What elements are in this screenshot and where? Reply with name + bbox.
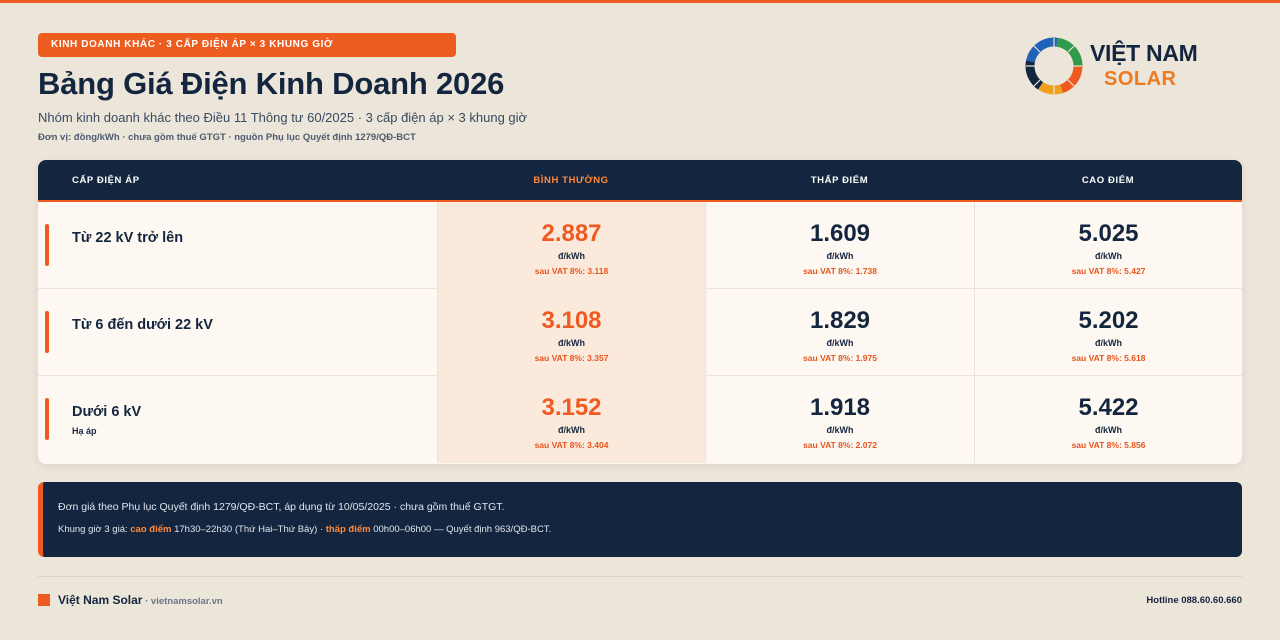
price-after-vat: sau VAT 8%: 3.404: [534, 440, 609, 450]
note-offpeak-time: 00h00–06h00 — Quyết định 963/QĐ-BCT.: [370, 524, 552, 535]
footer-brand-name: Việt Nam Solar: [58, 593, 143, 607]
price-cell-peak: 5.422 đ/kWh sau VAT 8%: 5.856: [974, 376, 1242, 463]
row-accent-bar: [45, 311, 49, 353]
price-after-vat: sau VAT 8%: 1.975: [803, 353, 877, 363]
price-unit: đ/kWh: [826, 338, 854, 348]
price-unit: đ/kWh: [558, 425, 585, 435]
brand-logo: VIỆT NAM SOLAR: [1022, 33, 1222, 97]
note-source: Đơn giá theo Phụ lục Quyết định 1279/QĐ-…: [58, 501, 505, 513]
note-offpeak-label: thấp điểm: [325, 524, 371, 535]
table-row: Từ 6 đến dưới 22 kV 3.108 đ/kWh sau VAT …: [38, 289, 1242, 376]
row-accent-bar: [45, 224, 49, 266]
price-unit: đ/kWh: [1095, 251, 1122, 261]
price-cell-normal: 3.108 đ/kWh sau VAT 8%: 3.357: [437, 289, 705, 376]
price-cell-off-peak: 1.609 đ/kWh sau VAT 8%: 1.738: [705, 202, 974, 289]
price-value: 3.108: [541, 307, 602, 334]
price-after-vat: sau VAT 8%: 5.427: [1071, 266, 1146, 276]
price-after-vat: sau VAT 8%: 2.072: [803, 440, 877, 450]
price-cell-normal: 3.152 đ/kWh sau VAT 8%: 3.404: [437, 376, 705, 463]
note-peak-label: cao điểm: [130, 524, 172, 535]
row-label: Từ 22 kV trở lên: [72, 230, 184, 246]
price-value: 1.609: [809, 220, 871, 247]
table-row: Từ 22 kV trở lên 2.887 đ/kWh sau VAT 8%:…: [38, 202, 1242, 289]
price-unit: đ/kWh: [558, 251, 585, 261]
note-prefix: Khung giờ 3 giá:: [58, 524, 131, 535]
row-sublabel: Hạ áp: [72, 426, 97, 436]
solar-ring-logo-icon: [1025, 37, 1083, 95]
header-off-peak: Thấp điểm: [810, 175, 869, 186]
row-label: Từ 6 đến dưới 22 kV: [72, 317, 213, 333]
price-after-vat: sau VAT 8%: 1.738: [803, 266, 877, 276]
footer-brand: Việt Nam Solar · vietnamsolar.vn: [58, 593, 223, 607]
price-unit: đ/kWh: [826, 425, 854, 435]
price-cell-peak: 5.025 đ/kWh sau VAT 8%: 5.427: [974, 202, 1242, 289]
price-unit: đ/kWh: [1095, 425, 1122, 435]
logo-text-vietnam: VIỆT NAM: [1090, 40, 1198, 66]
logo-text-solar: SOLAR: [1104, 68, 1177, 90]
price-value: 5.202: [1078, 307, 1139, 334]
price-value: 2.887: [541, 220, 602, 247]
notes-box: Đơn giá theo Phụ lục Quyết định 1279/QĐ-…: [38, 482, 1242, 557]
price-unit: đ/kWh: [1095, 338, 1122, 348]
note-peak-time: 17h30–22h30 (Thứ Hai–Thứ Bảy) ·: [171, 524, 326, 535]
footer-hotline[interactable]: Hotline 088.60.60.660: [1146, 595, 1242, 606]
price-after-vat: sau VAT 8%: 5.618: [1071, 353, 1146, 363]
price-cell-peak: 5.202 đ/kWh sau VAT 8%: 5.618: [974, 289, 1242, 376]
footer-brand-square: [38, 594, 50, 606]
price-unit: đ/kWh: [826, 251, 854, 261]
row-accent-bar: [45, 398, 49, 440]
header-peak: Cao điểm: [1081, 175, 1135, 186]
price-after-vat: sau VAT 8%: 3.357: [534, 353, 609, 363]
note-time-bands: Khung giờ 3 giá: cao điểm 17h30–22h30 (T…: [58, 524, 1242, 535]
top-accent-bar: [0, 0, 1280, 3]
category-badge: Kinh doanh khác · 3 cấp điện áp × 3 khun…: [38, 33, 456, 57]
unit-note: Đơn vị: đồng/kWh · chưa gồm thuế GTGT · …: [38, 132, 416, 143]
header-normal-hours: Bình thường: [533, 175, 609, 186]
page-subtitle: Nhóm kinh doanh khác theo Điều 11 Thông …: [38, 110, 528, 125]
price-cell-off-peak: 1.918 đ/kWh sau VAT 8%: 2.072: [705, 376, 974, 463]
price-after-vat: sau VAT 8%: 3.118: [534, 266, 609, 276]
table-row: Dưới 6 kV Hạ áp 3.152 đ/kWh sau VAT 8%: …: [38, 376, 1242, 463]
price-table: Cấp điện áp Bình thường Thấp điểm Cao đi…: [38, 160, 1242, 464]
price-unit: đ/kWh: [558, 338, 585, 348]
row-label: Dưới 6 kV: [72, 404, 142, 420]
page-title: Bảng Giá Điện Kinh Doanh 2026: [38, 66, 505, 101]
footer-website-link[interactable]: · vietnamsolar.vn: [142, 596, 223, 607]
header-voltage-level: Cấp điện áp: [72, 175, 140, 186]
price-value: 3.152: [541, 394, 602, 421]
footer-divider: [38, 576, 1242, 577]
price-value: 5.422: [1078, 394, 1139, 421]
price-cell-off-peak: 1.829 đ/kWh sau VAT 8%: 1.975: [705, 289, 974, 376]
price-after-vat: sau VAT 8%: 5.856: [1071, 440, 1146, 450]
price-value: 5.025: [1078, 220, 1139, 247]
price-value: 1.918: [809, 394, 871, 421]
price-value: 1.829: [809, 307, 871, 334]
table-header: Cấp điện áp Bình thường Thấp điểm Cao đi…: [38, 160, 1242, 202]
price-cell-normal: 2.887 đ/kWh sau VAT 8%: 3.118: [437, 202, 705, 289]
